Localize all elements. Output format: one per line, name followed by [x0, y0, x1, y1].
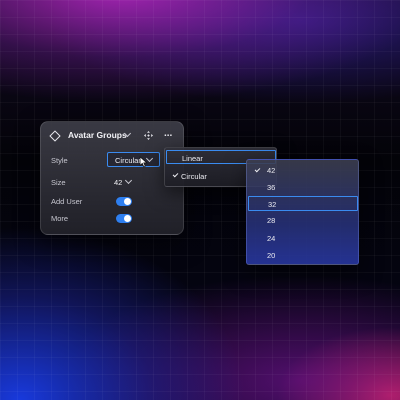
style-dropdown[interactable]: Circular	[107, 152, 160, 167]
more-label: More	[51, 214, 69, 223]
chevron-down-icon[interactable]	[124, 176, 133, 185]
menu-item-size-32[interactable]: 32	[248, 196, 358, 211]
panel-title: Avatar Groups	[68, 130, 127, 140]
size-dropdown-value[interactable]: 42	[114, 178, 122, 187]
avatar-groups-panel: Avatar Groups ... Style Circular Size 42…	[40, 121, 184, 235]
menu-item-label: Circular	[181, 172, 207, 181]
move-icon[interactable]	[144, 131, 153, 140]
menu-item-label: Linear	[182, 154, 203, 163]
menu-item-label: 20	[267, 251, 276, 260]
menu-item-size-36[interactable]: 36	[248, 180, 358, 195]
cursor-icon	[139, 156, 148, 168]
size-label: Size	[51, 178, 66, 187]
menu-item-label: 28	[267, 216, 276, 225]
menu-item-label: 42	[267, 166, 276, 175]
panel-header: Avatar Groups ...	[41, 122, 183, 150]
more-toggle[interactable]	[116, 214, 132, 223]
menu-item-size-42[interactable]: 42	[248, 163, 358, 178]
add-user-label: Add User	[51, 197, 83, 206]
menu-item-label: 24	[267, 234, 276, 243]
check-icon	[172, 171, 179, 178]
more-icon[interactable]: ...	[164, 129, 172, 139]
menu-item-size-28[interactable]: 28	[248, 213, 358, 228]
size-dropdown-menu: 42 36 32 28 24 20	[246, 159, 359, 265]
menu-item-label: 32	[268, 200, 277, 209]
style-label: Style	[51, 156, 68, 165]
diamond-icon	[49, 130, 61, 142]
menu-item-size-20[interactable]: 20	[248, 248, 358, 263]
menu-item-size-24[interactable]: 24	[248, 231, 358, 246]
add-user-toggle[interactable]	[116, 197, 132, 206]
check-icon	[254, 166, 261, 173]
menu-item-label: 36	[267, 183, 276, 192]
style-value: Circular	[115, 156, 141, 165]
